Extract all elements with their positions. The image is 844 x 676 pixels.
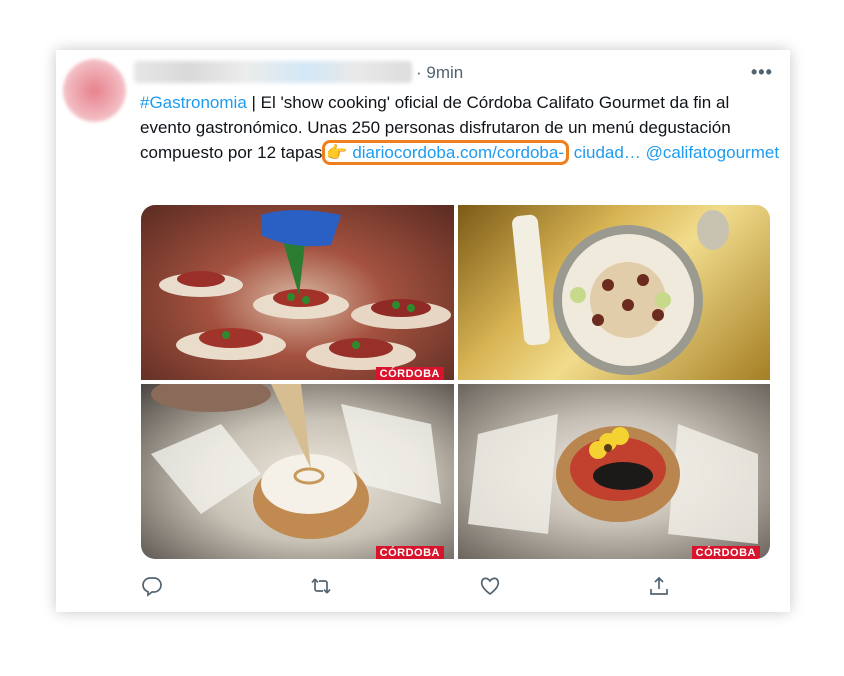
newspaper-watermark: CÓRDOBA xyxy=(375,546,444,559)
avatar[interactable] xyxy=(63,59,126,122)
newspaper-watermark: CÓRDOBA xyxy=(375,367,444,380)
tweet-text: #Gastronomia | El 'show cooking' oficial… xyxy=(140,90,780,165)
like-icon[interactable] xyxy=(479,575,501,597)
newspaper-watermark: CÓRDOBA xyxy=(691,546,760,559)
tweet-actions xyxy=(56,575,790,601)
more-options-icon[interactable]: ••• xyxy=(751,62,773,83)
retweet-icon[interactable] xyxy=(310,575,332,597)
pointing-hand-emoji: 👉 xyxy=(326,143,348,162)
photo-4-art xyxy=(468,414,758,544)
photo-flower-tartlet[interactable]: CÓRDOBA xyxy=(458,384,770,559)
photo-tartare-tapas[interactable]: CÓRDOBA xyxy=(141,205,454,380)
tweet-card[interactable]: · 9min ••• #Gastronomia | El 'show cooki… xyxy=(56,50,790,612)
url-highlight: 👉 diariocordoba.com/cordoba- xyxy=(322,140,569,165)
article-link-continued[interactable]: ciudad… xyxy=(574,143,641,162)
media-grid: CÓRDOBA CÓRDOBA CÓRDOBA xyxy=(141,205,770,559)
article-link[interactable]: diariocordoba.com/cordoba- xyxy=(352,143,564,162)
photo-2-art xyxy=(512,210,729,375)
author-name-blurred[interactable] xyxy=(134,61,412,83)
share-icon[interactable] xyxy=(648,575,670,597)
reply-icon[interactable] xyxy=(141,575,163,597)
photo-3-art xyxy=(151,384,441,539)
photo-cream-tartlet[interactable]: CÓRDOBA xyxy=(141,384,454,559)
photo-1-art xyxy=(159,210,451,370)
mention-link[interactable]: @califatogourmet xyxy=(646,143,780,162)
tweet-time[interactable]: · 9min xyxy=(416,63,463,83)
hashtag-link[interactable]: #Gastronomia xyxy=(140,93,247,112)
photo-soup-bowl[interactable] xyxy=(458,205,770,380)
